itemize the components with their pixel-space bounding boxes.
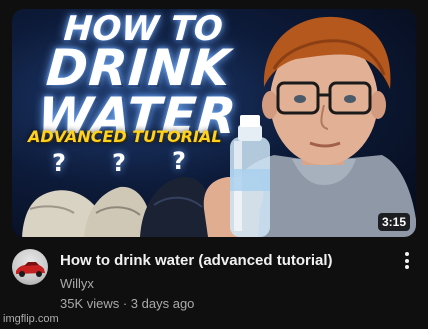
question-mark: ?: [112, 149, 126, 177]
video-metadata: 35K views · 3 days ago: [60, 296, 195, 311]
question-mark: ?: [172, 147, 186, 175]
video-thumbnail[interactable]: HOW TO DRINK WATER ADVANCED TUTORIAL ? ?…: [12, 9, 416, 237]
thumbnail-headline: HOW TO DRINK WATER: [36, 9, 245, 145]
car-icon: [16, 262, 45, 277]
video-title[interactable]: How to drink water (advanced tutorial): [60, 252, 380, 269]
video-card: HOW TO DRINK WATER ADVANCED TUTORIAL ? ?…: [0, 0, 428, 329]
thumbnail-subheadline: ADVANCED TUTORIAL: [28, 127, 222, 146]
watermark: imgflip.com: [3, 313, 59, 325]
more-vert-icon[interactable]: [398, 252, 416, 272]
question-mark: ?: [52, 149, 66, 177]
duration-badge: 3:15: [377, 213, 410, 231]
channel-name[interactable]: Willyx: [60, 276, 94, 291]
headline-line-2: DRINK: [44, 39, 233, 98]
channel-avatar[interactable]: [12, 249, 48, 285]
